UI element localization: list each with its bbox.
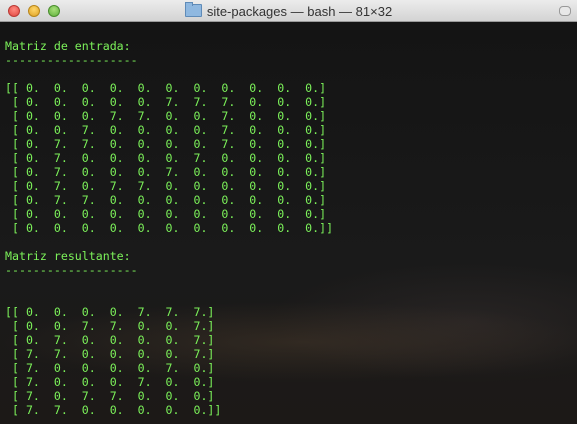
terminal-line: [ 0. 7. 0. 7. 7. 0. 0. 0. 0. 0. 0.] [5, 179, 327, 193]
folder-icon [184, 2, 202, 17]
terminal-line: [ 0. 0. 0. 7. 7. 0. 0. 7. 0. 0. 0.] [5, 109, 327, 123]
terminal-line: [ 7. 0. 7. 7. 0. 0. 0.] [5, 389, 215, 403]
terminal-line: [ 0. 0. 7. 0. 0. 0. 0. 7. 0. 0. 0.] [5, 123, 327, 137]
terminal-line: Matriz de entrada: [5, 39, 131, 53]
terminal-line: [ 7. 0. 0. 0. 7. 0. 0.] [5, 375, 215, 389]
terminal-line: [ 0. 7. 7. 0. 0. 0. 0. 0. 0. 0. 0.] [5, 193, 327, 207]
terminal-line: [ 0. 0. 0. 0. 0. 7. 7. 7. 0. 0. 0.] [5, 95, 327, 109]
terminal-line: [ 7. 7. 0. 0. 0. 0. 7.] [5, 347, 215, 361]
terminal-line: [ 0. 7. 0. 0. 0. 7. 0. 0. 0. 0. 0.] [5, 165, 327, 179]
terminal-line: [ 0. 7. 7. 0. 0. 0. 0. 7. 0. 0. 0.] [5, 137, 327, 151]
terminal-line: [[ 0. 0. 0. 0. 0. 0. 0. 0. 0. 0. 0.] [5, 81, 327, 95]
terminal-line: Matriz resultante: [5, 249, 131, 263]
terminal-line: [[ 0. 0. 0. 0. 7. 7. 7.] [5, 305, 215, 319]
terminal-line: [ 7. 7. 0. 0. 0. 0. 0.]] [5, 403, 222, 417]
window-title: site-packages — bash — 81×32 [0, 2, 577, 19]
toolbar-toggle-button[interactable] [559, 6, 571, 16]
terminal-line: [ 0. 0. 0. 0. 0. 0. 0. 0. 0. 0. 0.] [5, 207, 327, 221]
terminal-line: [ 0. 7. 0. 0. 0. 0. 7.] [5, 333, 215, 347]
terminal-line: ------------------- [5, 263, 138, 277]
terminal-content[interactable]: Matriz de entrada: -------------------[[ … [0, 22, 577, 424]
title-bar[interactable]: site-packages — bash — 81×32 [0, 0, 577, 22]
terminal-line: [ 7. 0. 0. 0. 0. 7. 0.] [5, 361, 215, 375]
window-title-text: site-packages — bash — 81×32 [206, 4, 393, 19]
terminal-line: [ 0. 0. 0. 0. 0. 0. 0. 0. 0. 0. 0.]] [5, 221, 334, 235]
terminal-output: Matriz de entrada: -------------------[[ … [5, 39, 333, 417]
terminal-line: ------------------- [5, 53, 138, 67]
terminal-window: site-packages — bash — 81×32 Matriz de e… [0, 0, 577, 424]
terminal-line: [ 0. 0. 7. 7. 0. 0. 7.] [5, 319, 215, 333]
terminal-line: [ 0. 7. 0. 0. 0. 0. 7. 0. 0. 0. 0.] [5, 151, 327, 165]
